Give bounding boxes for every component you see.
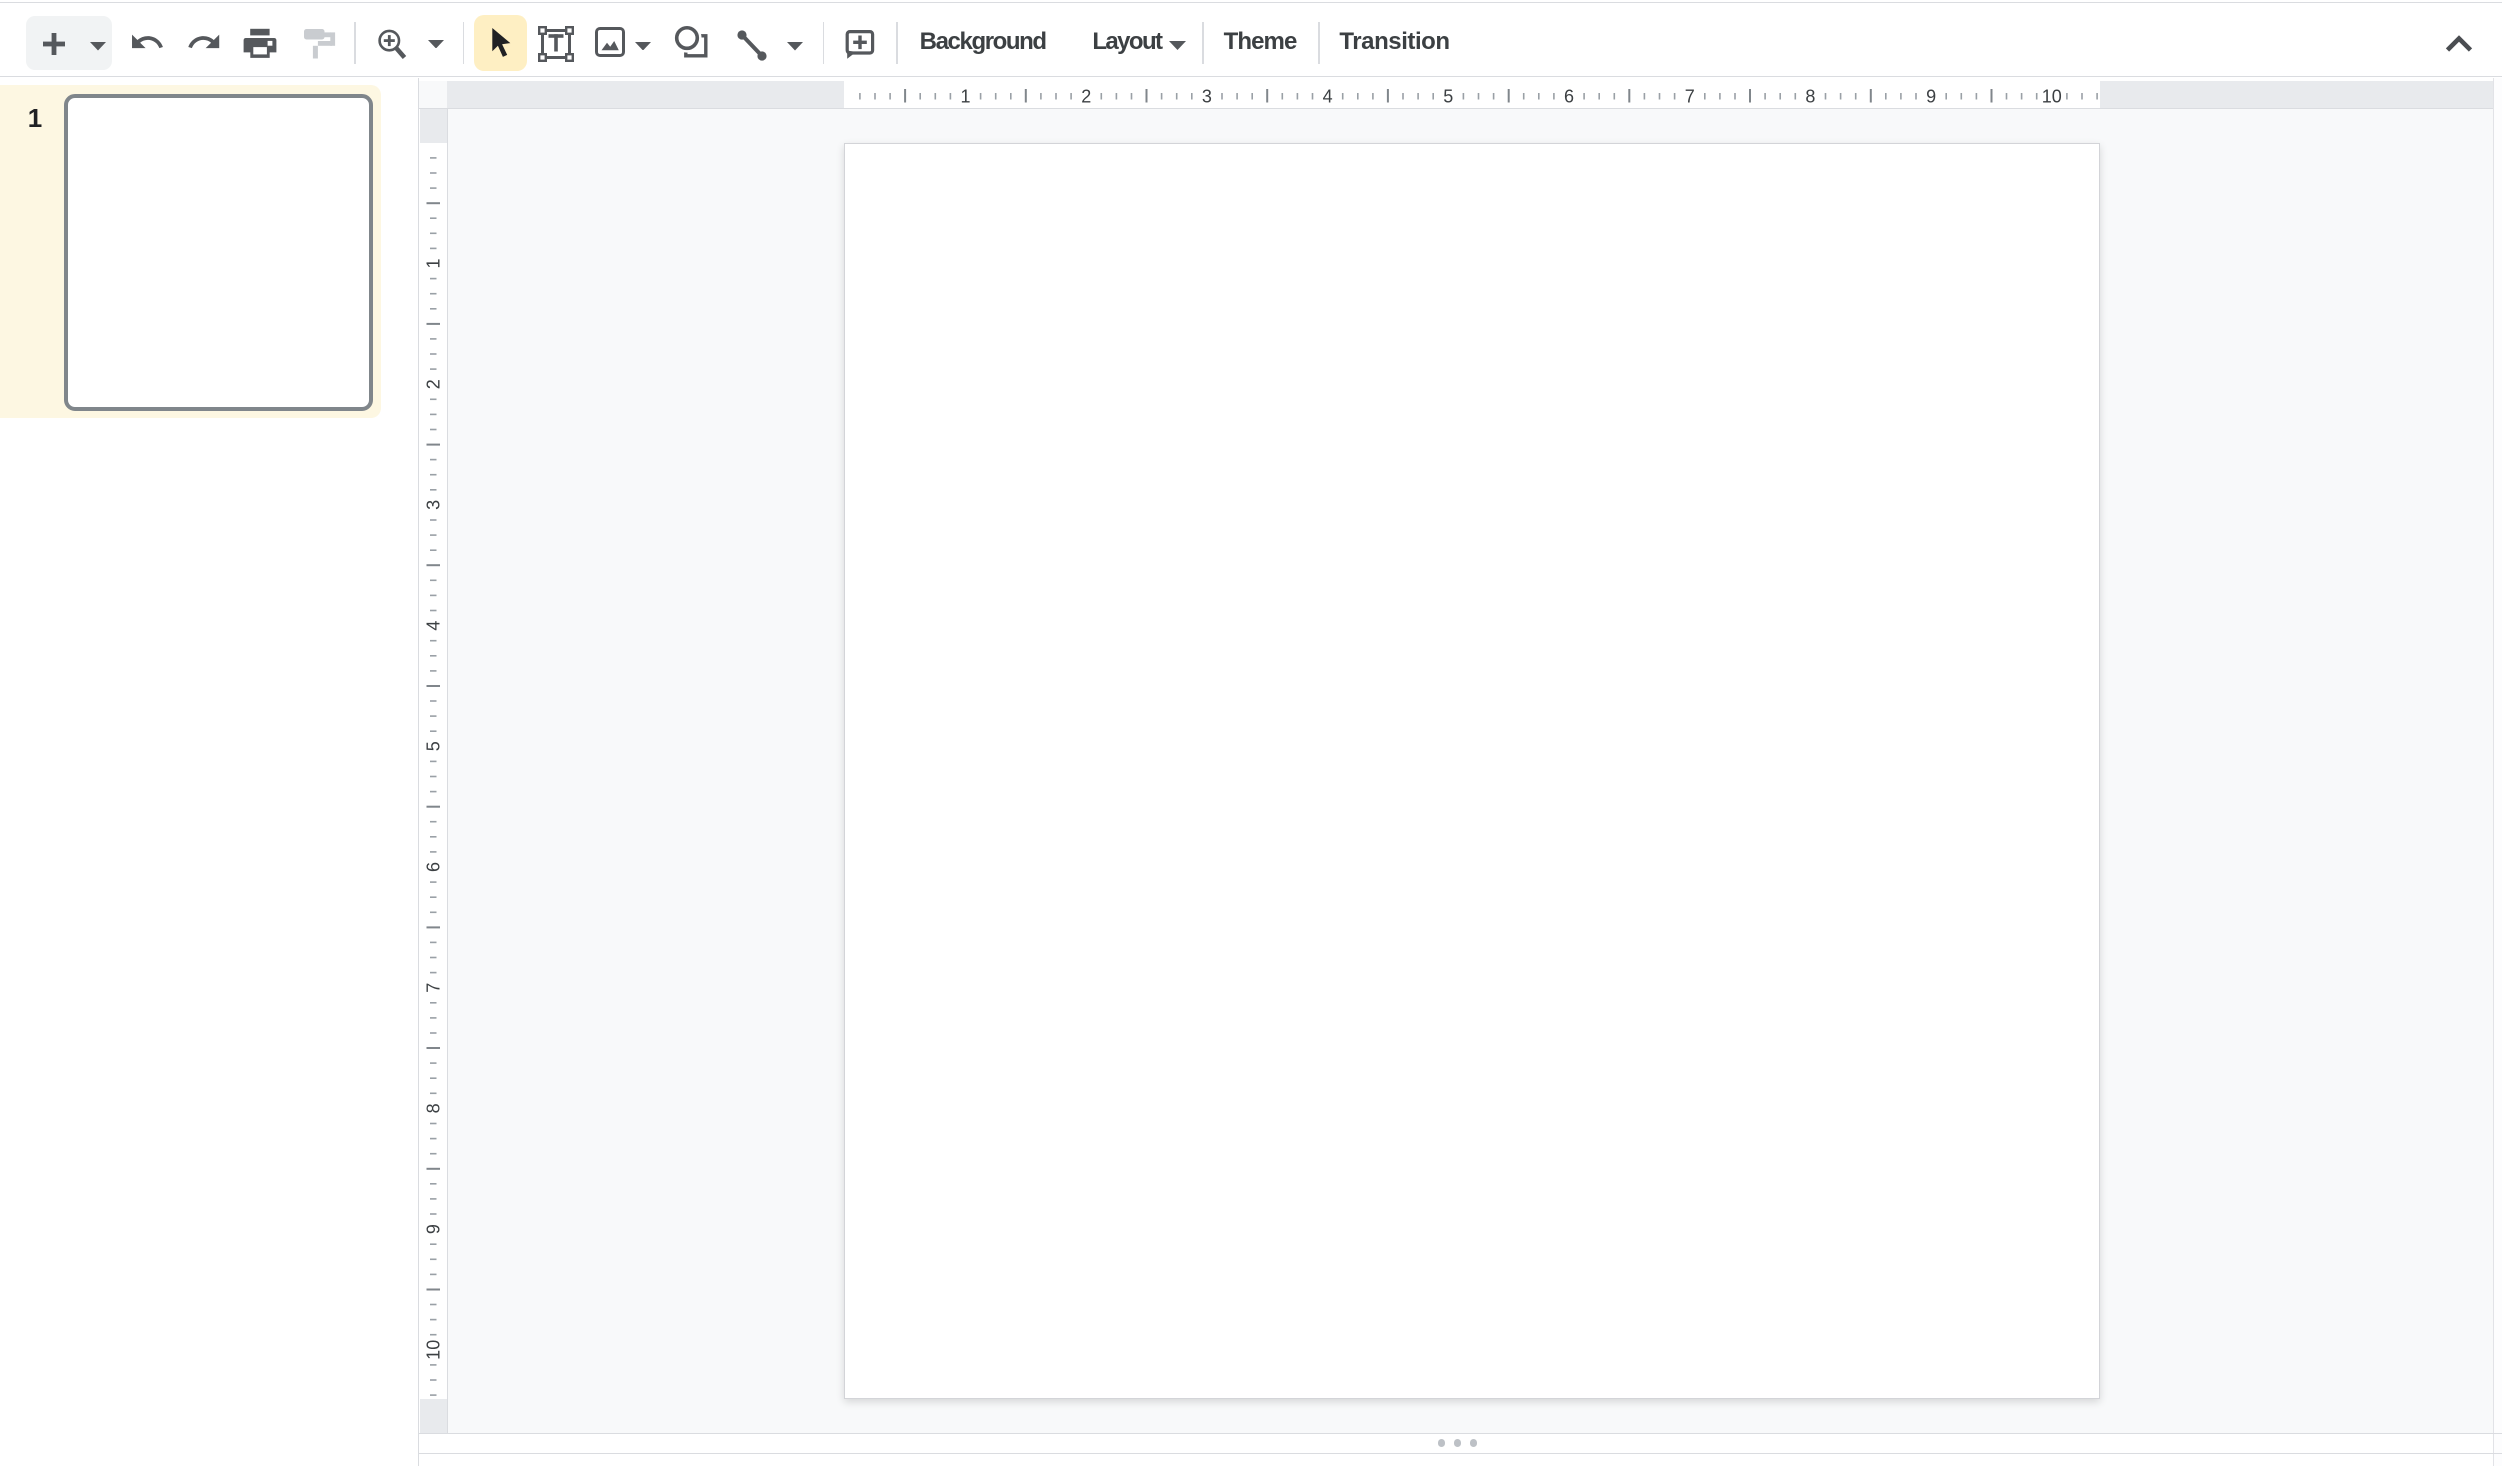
svg-text:1: 1 [424, 258, 444, 268]
svg-text:5: 5 [424, 741, 444, 751]
svg-text:3: 3 [1202, 87, 1212, 107]
svg-text:7: 7 [1685, 87, 1695, 107]
svg-text:1: 1 [960, 87, 970, 107]
svg-text:4: 4 [1323, 87, 1333, 107]
svg-text:10: 10 [424, 1340, 444, 1360]
svg-text:8: 8 [424, 1103, 444, 1113]
svg-text:5: 5 [1443, 87, 1453, 107]
svg-text:9: 9 [424, 1224, 444, 1234]
svg-text:7: 7 [424, 983, 444, 993]
svg-text:10: 10 [2042, 87, 2062, 107]
svg-text:6: 6 [424, 862, 444, 872]
svg-text:2: 2 [424, 379, 444, 389]
svg-text:8: 8 [1805, 87, 1815, 107]
svg-text:2: 2 [1081, 87, 1091, 107]
svg-text:9: 9 [1926, 87, 1936, 107]
svg-text:3: 3 [424, 500, 444, 510]
svg-text:6: 6 [1564, 87, 1574, 107]
svg-text:4: 4 [424, 621, 444, 631]
